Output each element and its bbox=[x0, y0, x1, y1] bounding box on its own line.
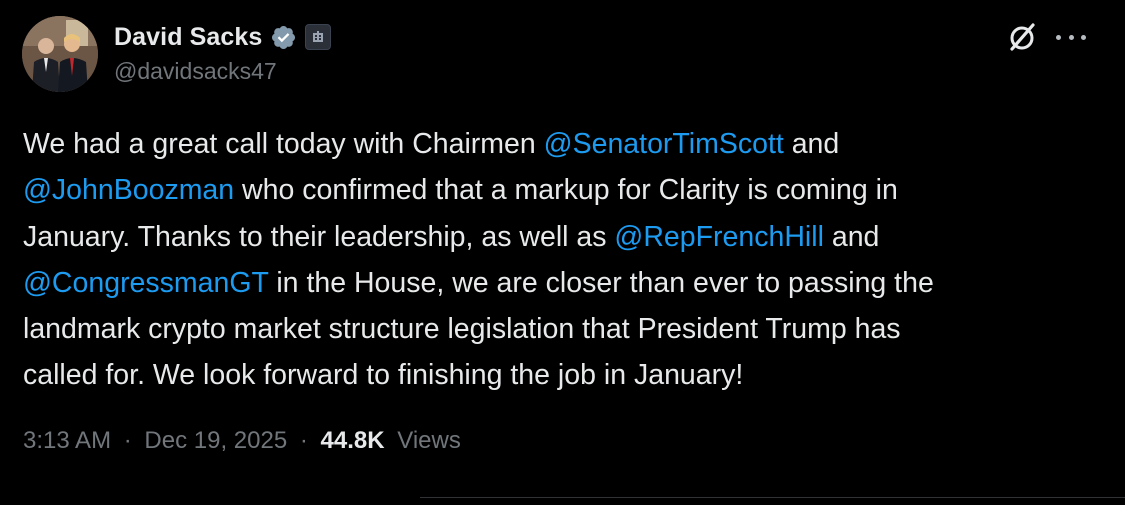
meta-separator: · bbox=[299, 427, 308, 454]
tweet-text-segment: called for. We look forward to finishing… bbox=[23, 359, 744, 392]
tweet-text-line: January. Thanks to their leadership, as … bbox=[23, 214, 1098, 260]
tweet-card: David Sacks @davidsacks47 We had a great… bbox=[0, 0, 1125, 505]
tweet-text-line: We had a great call today with Chairmen … bbox=[23, 121, 1098, 167]
tweet-text-line: @CongressmanGT in the House, we are clos… bbox=[23, 260, 1098, 306]
tweet-text-segment: and bbox=[823, 220, 880, 253]
divider bbox=[420, 497, 1125, 498]
tweet-text-segment: in the House, we are closer than ever to… bbox=[268, 266, 934, 299]
tweet-text-line: called for. We look forward to finishing… bbox=[23, 352, 1098, 398]
tweet-text: We had a great call today with Chairmen … bbox=[23, 121, 1098, 399]
author-name-row: David Sacks bbox=[114, 20, 332, 54]
tweet-meta: 3:13 AM · Dec 19, 2025 · 44.8K Views bbox=[23, 427, 461, 455]
avatar[interactable] bbox=[22, 16, 98, 92]
author-handle[interactable]: @davidsacks47 bbox=[114, 58, 277, 85]
verified-badge-icon[interactable] bbox=[270, 24, 297, 51]
more-dot-icon bbox=[1056, 34, 1061, 40]
tweet-text-segment: and bbox=[783, 128, 840, 160]
tweet-text-segment: who confirmed that a markup for Clarity … bbox=[234, 174, 898, 207]
tweet-text-segment: We had a great call today with Chairmen bbox=[23, 128, 544, 160]
mention-link[interactable]: @JohnBoozman bbox=[23, 174, 234, 206]
more-options-icon[interactable] bbox=[1056, 24, 1086, 50]
views-count[interactable]: 44.8K bbox=[321, 427, 385, 454]
more-dot-icon bbox=[1081, 34, 1086, 40]
tweet-text-segment: January. Thanks to their leadership, as … bbox=[23, 220, 615, 253]
mention-link[interactable]: @SenatorTimScott bbox=[544, 128, 784, 160]
tweet-text-line: @JohnBoozman who confirmed that a markup… bbox=[23, 167, 1098, 213]
author-display-name[interactable]: David Sacks bbox=[114, 23, 262, 52]
tweet-time[interactable]: 3:13 AM bbox=[23, 427, 111, 454]
mention-link[interactable]: @RepFrenchHill bbox=[614, 221, 824, 253]
mention-link[interactable]: @CongressmanGT bbox=[23, 267, 268, 299]
more-dot-icon bbox=[1068, 34, 1074, 40]
tweet-date[interactable]: Dec 19, 2025 bbox=[144, 427, 287, 454]
views-label: Views bbox=[397, 427, 461, 454]
grok-icon[interactable] bbox=[1005, 20, 1039, 54]
tweet-text-line: landmark crypto market structure legisla… bbox=[23, 306, 1098, 352]
meta-separator: · bbox=[123, 427, 132, 454]
tweet-text-segment: landmark crypto market structure legisla… bbox=[23, 313, 901, 346]
government-affiliation-icon[interactable] bbox=[305, 24, 332, 50]
